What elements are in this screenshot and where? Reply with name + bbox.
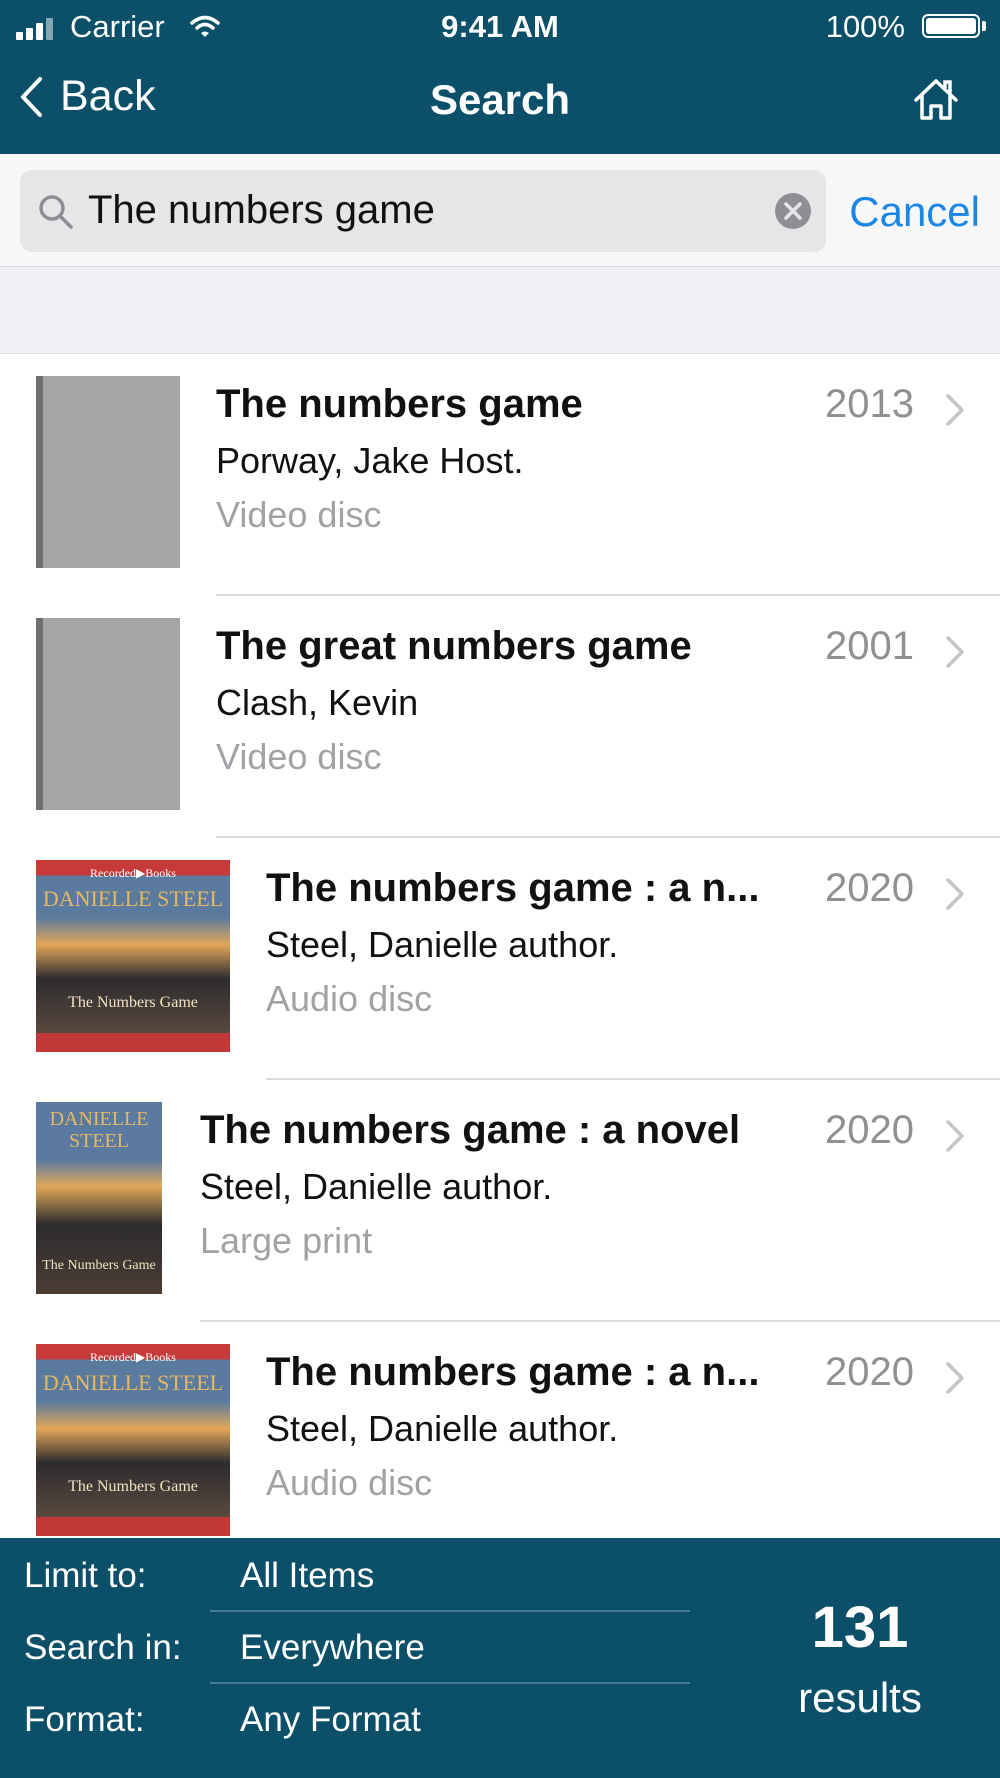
search-input[interactable]: The numbers game [20,170,826,252]
chevron-right-icon [946,636,964,668]
chevron-right-icon [946,878,964,910]
result-format: Audio disc [266,978,433,1019]
result-format: Video disc [216,494,382,535]
result-author: Clash, Kevin [216,682,419,723]
result-author: Porway, Jake Host. [216,440,524,481]
search-bar: The numbers game Cancel [0,154,1000,267]
filter-limit-row[interactable]: Limit to: All Items [0,1538,690,1610]
filter-format-label: Format: [24,1700,145,1739]
result-row[interactable]: Recorded▶Books DANIELLE STEEL The Number… [0,1322,1000,1538]
results-count: 131 [811,1595,909,1660]
result-year: 2020 [825,1108,914,1152]
filter-search-in-value: Everywhere [240,1628,425,1667]
result-author: Steel, Danielle author. [266,924,619,965]
result-year: 2020 [825,1350,914,1394]
filter-limit-label: Limit to: [24,1556,147,1595]
result-row[interactable]: DANIELLE STEEL The Numbers Game The numb… [0,1080,1000,1322]
result-title: The great numbers game [216,624,692,668]
result-title: The numbers game [216,382,583,426]
result-year: 2013 [825,382,914,426]
result-year: 2020 [825,866,914,910]
clear-icon[interactable] [774,192,812,230]
result-row[interactable]: The numbers game 2013 Porway, Jake Host.… [0,354,1000,596]
battery-tip [982,21,986,31]
result-author: Steel, Danielle author. [200,1166,553,1207]
filter-search-in-label: Search in: [24,1628,182,1667]
result-format: Video disc [216,736,382,777]
result-format: Audio disc [266,1462,433,1503]
book-cover-image: Recorded▶Books DANIELLE STEEL The Number… [36,1344,230,1536]
filter-format-row[interactable]: Format: Any Format [0,1682,690,1754]
search-query[interactable]: The numbers game [88,188,435,233]
top-bar: Carrier 9:41 AM 100% Back Search [0,0,1000,154]
page-title: Search [429,76,571,123]
navigation-bar: Back Search [0,60,1000,146]
battery-icon [922,14,980,38]
filter-limit-value: All Items [240,1556,375,1595]
book-cover-image: DANIELLE STEEL The Numbers Game [36,1102,162,1294]
battery-percent: 100% [825,9,905,44]
cancel-button[interactable]: Cancel [849,188,980,236]
chevron-right-icon [946,394,964,426]
result-title: The numbers game : a n... [266,866,760,910]
search-icon [39,195,73,229]
result-title: The numbers game : a novel [200,1108,741,1152]
results-list: The numbers game 2013 Porway, Jake Host.… [0,354,1000,1538]
placeholder-cover-icon [36,618,180,810]
filter-format-value: Any Format [240,1700,421,1739]
chevron-right-icon [946,1362,964,1394]
filter-search-in-row[interactable]: Search in: Everywhere [0,1610,690,1682]
result-row[interactable]: Recorded▶Books DANIELLE STEEL The Number… [0,838,1000,1080]
chevron-right-icon [946,1120,964,1152]
result-author: Steel, Danielle author. [266,1408,619,1449]
placeholder-cover-icon [36,376,180,568]
home-icon[interactable] [912,76,960,122]
status-bar: Carrier 9:41 AM 100% [0,0,1000,54]
results-count-label: results [798,1674,922,1721]
result-format: Large print [200,1220,373,1261]
result-year: 2001 [825,624,914,668]
result-row[interactable]: The great numbers game 2001 Clash, Kevin… [0,596,1000,838]
result-title: The numbers game : a n... [266,1350,760,1394]
book-cover-image: Recorded▶Books DANIELLE STEEL The Number… [36,860,230,1052]
section-spacer [0,267,1000,354]
filter-panel: Limit to: All Items Search in: Everywher… [0,1538,1000,1778]
